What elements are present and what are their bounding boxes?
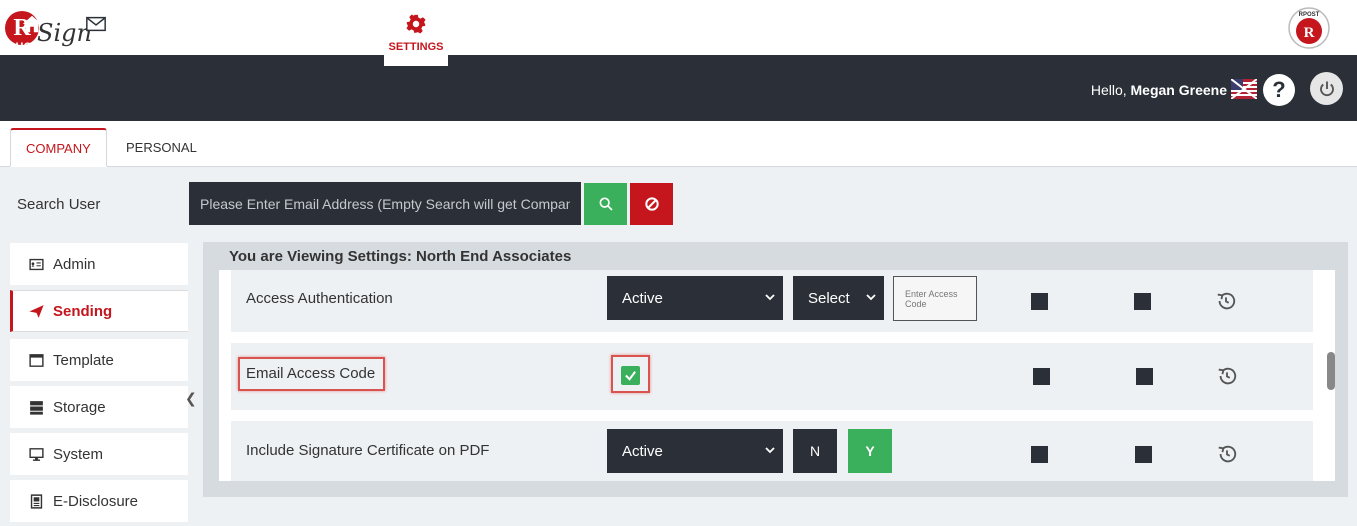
auth-type-select[interactable]: Select (793, 276, 884, 320)
inbox-icon (150, 16, 170, 32)
sidebar-item-label: E-Disclosure (53, 492, 139, 510)
rpost-text: RPOST (1299, 12, 1320, 18)
account-icon (345, 14, 359, 34)
setting-row-access-authentication: Access Authentication Active Select Ente… (231, 270, 1313, 332)
option-y-button[interactable]: Y (848, 429, 892, 473)
history-icon[interactable] (1216, 443, 1238, 465)
search-email-input[interactable] (189, 182, 581, 225)
user-greeting: Hello, Megan Greene (1091, 82, 1227, 98)
tab-personal[interactable]: PERSONAL (111, 128, 212, 167)
sidebar-item-label: Template (53, 351, 114, 369)
search-icon (599, 197, 613, 211)
setting-row-email-access-code: Email Access Code (231, 343, 1313, 410)
nav-home-label: HOME (15, 41, 49, 53)
chevron-down-icon (866, 294, 876, 301)
setting-square-icon[interactable] (1033, 368, 1050, 385)
setting-label: Include Signature Certificate on PDF (246, 442, 490, 459)
email-access-code-checkbox[interactable] (621, 366, 640, 385)
svg-text:R: R (1304, 25, 1315, 41)
logout-button[interactable] (1310, 72, 1343, 105)
sidebar-item-label: Storage (53, 398, 106, 416)
setting-square-icon[interactable] (1135, 446, 1152, 463)
panel-title: You are Viewing Settings: North End Asso… (229, 248, 572, 265)
history-icon[interactable] (1216, 365, 1238, 387)
sidebar-item-e-disclosure[interactable]: E-Disclosure (10, 480, 188, 522)
nav-templates-label: TEMPLATES (191, 41, 257, 53)
sidebar-item-system[interactable]: System (10, 433, 188, 475)
status-select-value: Active (622, 289, 663, 307)
briefcase-icon (278, 15, 298, 32)
collapse-sidebar-chevron-icon[interactable]: ❮ (185, 390, 197, 407)
panel-scrollbar[interactable] (1327, 352, 1335, 390)
access-code-input[interactable]: Enter Access Code (893, 276, 977, 321)
nav-settings-label: SETTINGS (388, 41, 444, 53)
nav-send[interactable]: SEND (74, 0, 118, 66)
language-flag-icon[interactable] (1231, 79, 1257, 99)
setting-square-icon[interactable] (1031, 446, 1048, 463)
templates-icon (217, 14, 231, 34)
nav-settings[interactable]: SETTINGS (384, 0, 448, 66)
auth-type-select-value: Select (808, 289, 850, 307)
monitor-icon (29, 447, 44, 461)
nav-templates[interactable]: TEMPLATES (191, 0, 257, 66)
setting-square-icon[interactable] (1136, 368, 1153, 385)
search-user-label: Search User (17, 196, 101, 213)
nav-home[interactable]: HOME (10, 0, 54, 66)
envelope-icon (86, 16, 106, 32)
option-n-button[interactable]: N (793, 429, 837, 473)
nav-envelopes[interactable]: ENVELOPES (126, 0, 194, 66)
status-select-value: Active (622, 442, 663, 460)
settings-tabs: COMPANY PERSONAL (0, 121, 1357, 167)
sidebar-item-sending[interactable]: Sending (10, 290, 188, 332)
power-icon (1319, 81, 1334, 96)
status-select[interactable]: Active (607, 429, 783, 473)
setting-square-icon[interactable] (1031, 293, 1048, 310)
nav-account[interactable]: ACCOUNT (324, 0, 380, 66)
sidebar-item-label: System (53, 445, 104, 463)
user-name: Megan Greene (1130, 82, 1227, 98)
greeting-text: Hello, (1090, 82, 1127, 98)
clear-search-button[interactable] (630, 183, 673, 225)
setting-label: Email Access Code (246, 365, 376, 382)
gear-icon (406, 14, 426, 34)
nav-account-label: ACCOUNT (324, 41, 380, 53)
tab-company[interactable]: COMPANY (10, 128, 107, 167)
sidebar-item-storage[interactable]: Storage (10, 386, 188, 428)
document-icon (30, 493, 43, 509)
nav-envelopes-label: ENVELOPES (126, 41, 194, 53)
sidebar-item-label: Admin (53, 255, 96, 273)
server-icon (30, 400, 43, 415)
status-select[interactable]: Active (607, 276, 783, 320)
nav-stats-label: STATS (270, 41, 306, 53)
nav-stats[interactable]: STATS (266, 0, 310, 66)
home-icon (22, 15, 42, 33)
window-icon (29, 353, 44, 367)
setting-row-signature-certificate: Include Signature Certificate on PDF Act… (231, 421, 1313, 481)
sidebar-item-admin[interactable]: Admin (10, 243, 188, 285)
sidebar-item-template[interactable]: Template (10, 339, 188, 381)
check-icon (625, 371, 636, 381)
admin-icon (29, 258, 44, 270)
chevron-down-icon (765, 447, 775, 454)
rpost-logo: R RPOST (1288, 7, 1330, 49)
setting-label: Access Authentication (246, 290, 393, 307)
help-button[interactable]: ? (1263, 74, 1295, 106)
search-button[interactable] (584, 183, 627, 225)
paper-plane-icon (29, 304, 44, 318)
sidebar-item-label: Sending (53, 302, 113, 320)
nav-send-label: SEND (80, 41, 112, 53)
settings-scroll-area[interactable]: Access Authentication Active Select Ente… (219, 270, 1335, 481)
ban-icon (644, 197, 659, 211)
chevron-down-icon (765, 294, 775, 301)
history-icon[interactable] (1215, 290, 1237, 312)
setting-square-icon[interactable] (1134, 293, 1151, 310)
